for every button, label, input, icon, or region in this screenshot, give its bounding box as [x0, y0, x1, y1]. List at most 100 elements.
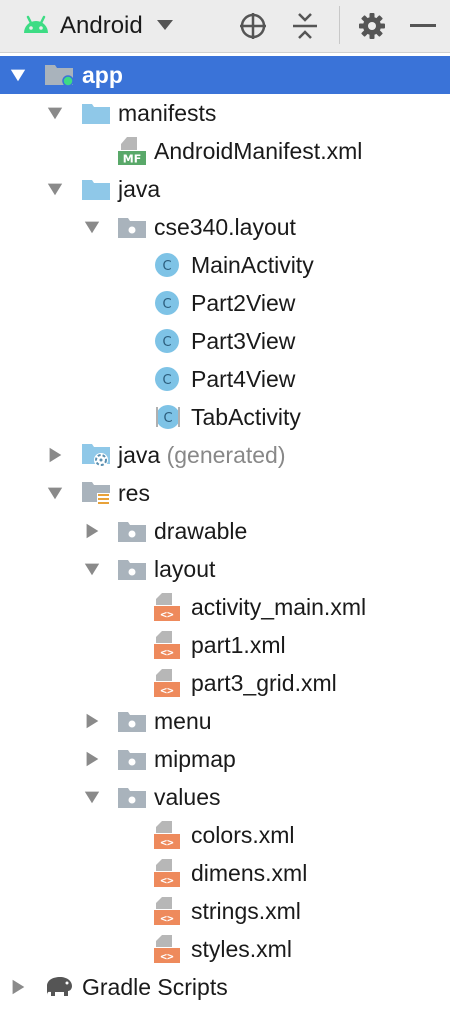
tree-item-package-cse340-layout[interactable]: cse340.layout	[0, 208, 450, 246]
expanded-arrow-icon[interactable]	[82, 778, 102, 816]
class-letter: C	[163, 411, 172, 426]
tree-item-label: Part2View	[191, 290, 296, 316]
expanded-arrow-icon[interactable]	[82, 208, 102, 246]
tree-item-label: part1.xml	[191, 632, 286, 658]
tree-item-manifests[interactable]: manifests	[0, 94, 450, 132]
tree-item-part1-xml[interactable]: part1.xml	[0, 626, 450, 664]
package-icon	[117, 778, 147, 816]
package-icon	[117, 208, 147, 246]
project-toolbar: Android	[0, 0, 450, 53]
tree-item-strings-xml[interactable]: strings.xml	[0, 892, 450, 930]
activity-class-icon: C	[154, 398, 182, 436]
class-icon	[154, 284, 180, 322]
tree-item-label: activity_main.xml	[191, 594, 367, 620]
tree-item-label: values	[154, 784, 221, 810]
tree-item-label: menu	[154, 708, 212, 734]
package-icon	[117, 512, 147, 550]
tree-item-drawable[interactable]: drawable	[0, 512, 450, 550]
tree-item-label: MainActivity	[191, 252, 314, 278]
tree-item-label: java (generated)	[118, 436, 286, 474]
locate-icon[interactable]	[238, 0, 268, 52]
tree-item-label: dimens.xml	[191, 860, 308, 886]
project-view-selector[interactable]: Android	[22, 0, 173, 52]
collapsed-arrow-icon[interactable]	[8, 968, 28, 1006]
tree-item-label: mipmap	[154, 746, 236, 772]
package-icon	[117, 702, 147, 740]
gear-icon[interactable]	[358, 0, 386, 52]
collapse-all-icon[interactable]	[292, 0, 318, 52]
package-icon	[117, 550, 147, 588]
expanded-arrow-icon[interactable]	[45, 474, 65, 512]
manifest-badge-text: MF	[123, 153, 141, 166]
collapsed-arrow-icon[interactable]	[82, 740, 102, 778]
expanded-arrow-icon[interactable]	[82, 550, 102, 588]
chevron-down-icon	[156, 17, 173, 35]
resources-folder-icon	[81, 474, 113, 512]
toolbar-divider	[339, 6, 340, 44]
values-xml-icon	[153, 930, 181, 968]
tree-item-res[interactable]: res	[0, 474, 450, 512]
tree-item-tab-activity[interactable]: C TabActivity	[0, 398, 450, 436]
class-icon	[154, 322, 180, 360]
values-xml-icon	[153, 854, 181, 892]
values-xml-icon	[153, 892, 181, 930]
class-icon	[154, 246, 180, 284]
tree-item-part4-view[interactable]: Part4View	[0, 360, 450, 398]
tree-item-label: res	[118, 480, 150, 506]
tree-item-android-manifest[interactable]: MF AndroidManifest.xml	[0, 132, 450, 170]
tree-item-label: TabActivity	[191, 404, 301, 430]
tree-item-part3-view[interactable]: Part3View	[0, 322, 450, 360]
tree-item-layout[interactable]: layout	[0, 550, 450, 588]
tree-item-values[interactable]: values	[0, 778, 450, 816]
tree-item-main-activity[interactable]: MainActivity	[0, 246, 450, 284]
tree-item-java-generated[interactable]: java (generated)	[0, 436, 450, 474]
tree-item-part3-grid-xml[interactable]: part3_grid.xml	[0, 664, 450, 702]
collapsed-arrow-icon[interactable]	[82, 702, 102, 740]
tree-item-label: strings.xml	[191, 898, 301, 924]
generated-suffix: (generated)	[166, 442, 286, 468]
tree-item-label: manifests	[118, 100, 217, 126]
class-icon	[154, 360, 180, 398]
tree-item-label: drawable	[154, 518, 248, 544]
layout-xml-icon	[153, 664, 181, 702]
tree-item-activity-main-xml[interactable]: activity_main.xml	[0, 588, 450, 626]
module-folder-icon	[44, 56, 76, 94]
tree-item-label: app	[82, 62, 123, 88]
tree-item-label: part3_grid.xml	[191, 670, 337, 696]
tree-item-java[interactable]: java	[0, 170, 450, 208]
tree-item-colors-xml[interactable]: colors.xml	[0, 816, 450, 854]
tree-item-label: java	[118, 176, 161, 202]
tree-item-menu[interactable]: menu	[0, 702, 450, 740]
android-icon	[22, 13, 50, 40]
tree-item-label: Part3View	[191, 328, 296, 354]
values-xml-icon	[153, 816, 181, 854]
tree-item-label: Part4View	[191, 366, 296, 392]
minimize-icon[interactable]	[410, 0, 436, 52]
generated-folder-icon	[81, 436, 111, 474]
tree-item-label: styles.xml	[191, 936, 292, 962]
tree-item-label: cse340.layout	[154, 214, 296, 240]
collapsed-arrow-icon[interactable]	[45, 436, 65, 474]
tree-item-styles-xml[interactable]: styles.xml	[0, 930, 450, 968]
tree-item-label: AndroidManifest.xml	[154, 138, 363, 164]
tree-item-label: colors.xml	[191, 822, 295, 848]
tree-item-label: layout	[154, 556, 216, 582]
expanded-arrow-icon[interactable]	[45, 94, 65, 132]
expanded-arrow-icon[interactable]	[45, 170, 65, 208]
tree-item-gradle-scripts[interactable]: Gradle Scripts	[0, 968, 450, 1006]
java-generated-name: java	[118, 442, 161, 468]
tree-item-dimens-xml[interactable]: dimens.xml	[0, 854, 450, 892]
layout-xml-icon	[153, 588, 181, 626]
collapsed-arrow-icon[interactable]	[82, 512, 102, 550]
manifest-file-icon: MF	[117, 132, 147, 170]
expanded-arrow-icon[interactable]	[8, 56, 28, 94]
folder-icon	[81, 170, 111, 208]
folder-icon	[81, 94, 111, 132]
tree-item-part2-view[interactable]: Part2View	[0, 284, 450, 322]
project-view-label: Android	[60, 12, 143, 39]
layout-xml-icon	[153, 626, 181, 664]
package-icon	[117, 740, 147, 778]
tree-item-label: Gradle Scripts	[82, 974, 228, 1000]
tree-item-app[interactable]: app	[0, 56, 450, 94]
tree-item-mipmap[interactable]: mipmap	[0, 740, 450, 778]
